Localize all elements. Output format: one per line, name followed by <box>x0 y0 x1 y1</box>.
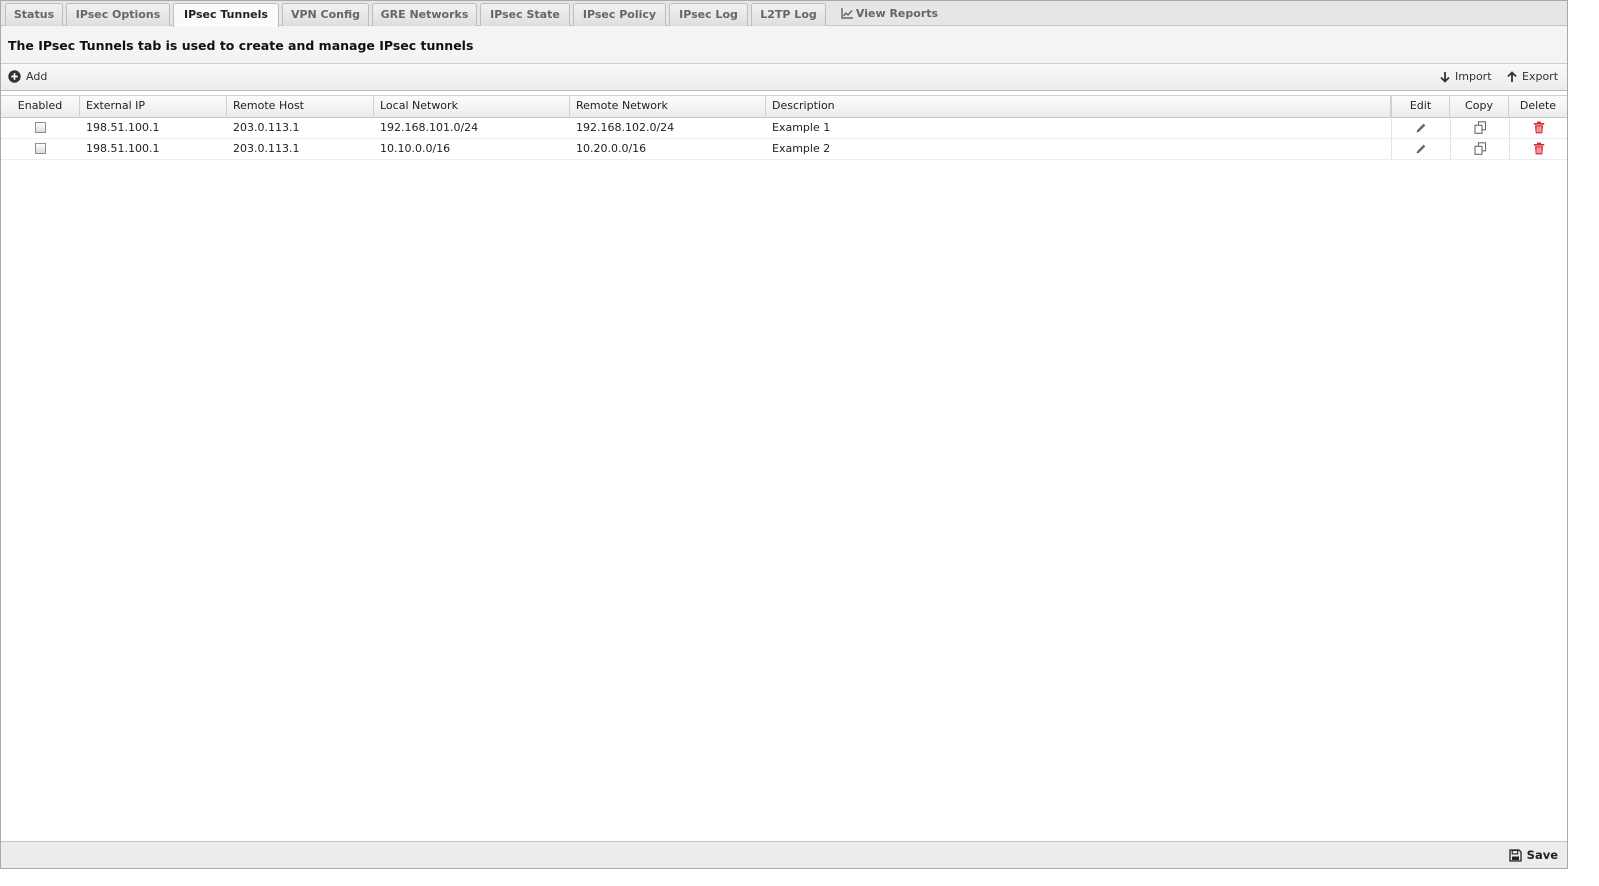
tab-label: IPsec Tunnels <box>184 8 268 21</box>
toolbar: Add Import Export <box>1 64 1567 91</box>
save-label: Save <box>1526 848 1558 862</box>
enabled-cell <box>1 139 80 159</box>
arrow-down-icon <box>1440 72 1450 83</box>
tab-vpn-config[interactable]: VPN Config <box>282 3 369 26</box>
edit-button[interactable] <box>1391 139 1450 159</box>
remote-host-cell: 203.0.113.1 <box>233 121 300 134</box>
tab-ipsec-state[interactable]: IPsec State <box>480 3 570 26</box>
column-header-remote-host[interactable]: Remote Host <box>227 96 374 118</box>
remote-network-cell: 192.168.102.0/24 <box>576 121 675 134</box>
tab-status[interactable]: Status <box>5 3 63 26</box>
import-label: Import <box>1455 70 1492 83</box>
ipsec-tunnels-panel: Status IPsec Options IPsec Tunnels VPN C… <box>0 0 1568 869</box>
tab-label: IPsec Policy <box>582 8 657 21</box>
remote-network-cell: 10.20.0.0/16 <box>576 142 647 155</box>
export-label: Export <box>1522 70 1559 83</box>
copy-button[interactable] <box>1450 139 1509 159</box>
column-header-edit: Edit <box>1391 96 1450 118</box>
column-header-local-network[interactable]: Local Network <box>374 96 570 118</box>
column-header-external-ip[interactable]: External IP <box>80 96 227 118</box>
arrow-up-icon <box>1507 71 1517 82</box>
external-ip-cell: 198.51.100.1 <box>86 121 160 134</box>
column-header-description[interactable]: Description <box>766 96 1391 118</box>
tab-ipsec-options[interactable]: IPsec Options <box>66 3 170 26</box>
tab-view-reports[interactable]: View Reports <box>831 3 948 26</box>
trash-icon <box>1533 142 1544 155</box>
line-chart-icon <box>841 8 853 19</box>
import-button[interactable]: Import <box>1440 70 1492 86</box>
pencil-icon <box>1416 123 1426 133</box>
trash-icon <box>1533 121 1544 134</box>
local-network-cell: 10.10.0.0/16 <box>380 142 451 155</box>
tab-label: L2TP Log <box>760 8 817 21</box>
enabled-checkbox[interactable] <box>35 122 46 133</box>
enabled-checkbox[interactable] <box>35 143 46 154</box>
local-network-cell: 192.168.101.0/24 <box>380 121 479 134</box>
column-header-copy: Copy <box>1450 96 1509 118</box>
page-title: The IPsec Tunnels tab is used to create … <box>8 38 474 53</box>
tab-label: IPsec Options <box>75 8 161 21</box>
tab-ipsec-policy[interactable]: IPsec Policy <box>573 3 666 26</box>
tab-label: View Reports <box>855 7 939 20</box>
page-header: The IPsec Tunnels tab is used to create … <box>1 26 1567 64</box>
delete-button[interactable] <box>1509 118 1567 138</box>
footer-bar: Save <box>1 841 1567 868</box>
tab-ipsec-log[interactable]: IPsec Log <box>669 3 748 26</box>
description-cell: Example 1 <box>772 121 831 134</box>
column-header-enabled[interactable]: Enabled <box>1 96 80 118</box>
add-label: Add <box>26 70 48 83</box>
tab-label: VPN Config <box>290 8 361 21</box>
delete-button[interactable] <box>1509 139 1567 159</box>
copy-icon <box>1473 142 1486 155</box>
add-button[interactable]: Add <box>8 70 47 86</box>
tab-label: GRE Networks <box>380 8 469 21</box>
tab-ipsec-tunnels[interactable]: IPsec Tunnels <box>173 3 279 27</box>
copy-icon <box>1473 121 1486 134</box>
table-header: Enabled External IP Remote Host Local Ne… <box>1 95 1567 118</box>
table-row[interactable]: 198.51.100.1 203.0.113.1 192.168.101.0/2… <box>1 118 1567 139</box>
table-row[interactable]: 198.51.100.1 203.0.113.1 10.10.0.0/16 10… <box>1 139 1567 160</box>
column-header-remote-network[interactable]: Remote Network <box>570 96 766 118</box>
enabled-cell <box>1 118 80 138</box>
tab-label: IPsec Log <box>679 8 738 21</box>
tab-bar: Status IPsec Options IPsec Tunnels VPN C… <box>1 1 1567 27</box>
tab-label: Status <box>13 8 55 21</box>
external-ip-cell: 198.51.100.1 <box>86 142 160 155</box>
pencil-icon <box>1416 144 1426 154</box>
tab-label: IPsec State <box>490 8 560 21</box>
save-button[interactable]: Save <box>1509 848 1558 862</box>
column-header-delete: Delete <box>1519 99 1557 112</box>
floppy-disk-icon <box>1509 849 1522 862</box>
edit-button[interactable] <box>1391 118 1450 138</box>
plus-circle-icon <box>8 70 21 83</box>
remote-host-cell: 203.0.113.1 <box>233 142 300 155</box>
tab-l2tp-log[interactable]: L2TP Log <box>751 3 826 26</box>
copy-button[interactable] <box>1450 118 1509 138</box>
export-button[interactable]: Export <box>1507 70 1558 86</box>
description-cell: Example 2 <box>772 142 831 155</box>
tab-gre-networks[interactable]: GRE Networks <box>372 3 477 26</box>
